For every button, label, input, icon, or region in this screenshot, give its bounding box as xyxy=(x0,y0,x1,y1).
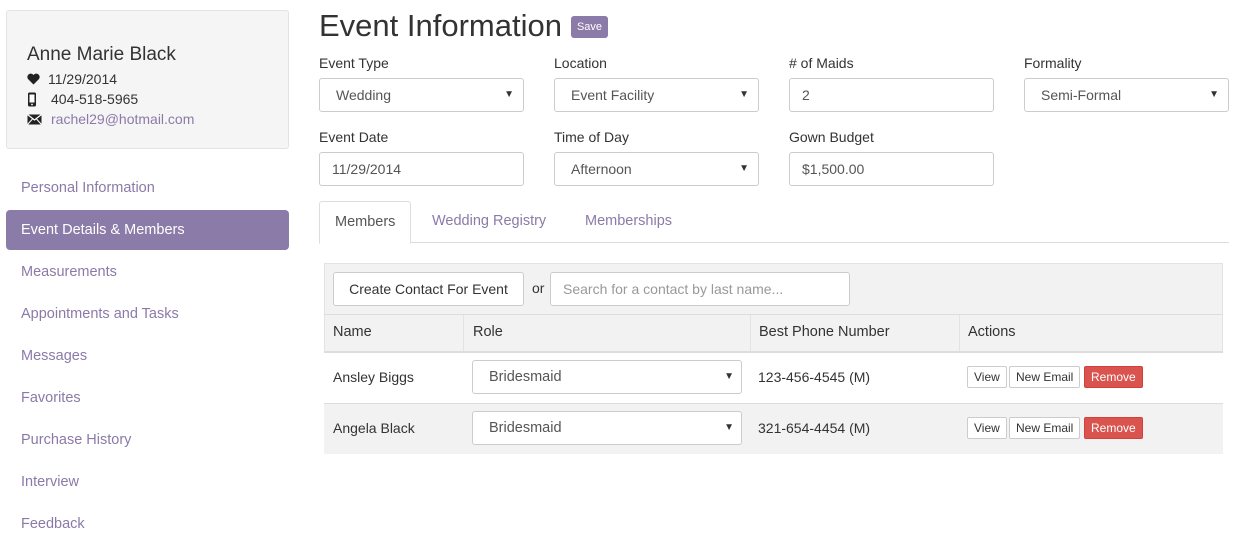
location-value: Event Facility xyxy=(571,87,655,103)
caret-down-icon: ▼ xyxy=(724,371,734,382)
contact-name: Anne Marie Black xyxy=(27,44,176,65)
member-role-value: Bridesmaid xyxy=(489,420,562,436)
sidebar-item-measurements[interactable]: Measurements xyxy=(6,252,289,292)
member-role-select[interactable]: Bridesmaid ▼ xyxy=(472,411,742,445)
mobile-phone-icon xyxy=(27,92,44,107)
column-header-role: Role xyxy=(473,324,503,340)
gown-budget-label: Gown Budget xyxy=(789,129,874,145)
create-contact-button[interactable]: Create Contact For Event xyxy=(333,272,524,306)
contact-email-link[interactable]: rachel29@hotmail.com xyxy=(51,111,194,127)
formality-select[interactable]: Semi-Formal ▼ xyxy=(1024,78,1229,112)
event-type-value: Wedding xyxy=(336,87,392,103)
maids-label: # of Maids xyxy=(789,55,854,71)
member-name: Angela Black xyxy=(333,420,415,436)
caret-down-icon: ▼ xyxy=(1209,89,1219,100)
caret-down-icon: ▼ xyxy=(739,89,749,100)
contact-search-input[interactable]: Search for a contact by last name... xyxy=(550,272,850,306)
event-type-label: Event Type xyxy=(319,55,389,71)
gown-budget-value: $1,500.00 xyxy=(802,161,865,177)
view-button[interactable]: View xyxy=(967,417,1007,439)
contact-phone: 404-518-5965 xyxy=(51,91,139,107)
save-button[interactable]: Save xyxy=(570,16,609,38)
column-divider xyxy=(750,315,751,351)
location-label: Location xyxy=(554,55,607,71)
remove-button[interactable]: Remove xyxy=(1084,417,1143,439)
member-role-value: Bridesmaid xyxy=(489,369,562,385)
sidebar-item-personal-information[interactable]: Personal Information xyxy=(6,168,289,208)
maids-value: 2 xyxy=(802,87,810,103)
caret-down-icon: ▼ xyxy=(739,163,749,174)
contact-email-line: rachel29@hotmail.com xyxy=(27,111,194,127)
remove-button[interactable]: Remove xyxy=(1084,366,1143,388)
tab-memberships[interactable]: Memberships xyxy=(570,201,687,243)
column-header-actions: Actions xyxy=(968,324,1016,340)
caret-down-icon: ▼ xyxy=(724,422,734,433)
sidebar-item-favorites[interactable]: Favorites xyxy=(6,378,289,418)
heart-icon xyxy=(27,73,44,85)
tab-members[interactable]: Members xyxy=(319,201,412,244)
gown-budget-input[interactable]: $1,500.00 xyxy=(789,152,994,186)
sidebar-item-appointments-tasks[interactable]: Appointments and Tasks xyxy=(6,294,289,334)
event-type-select[interactable]: Wedding ▼ xyxy=(319,78,524,112)
contact-event-date-line: 11/29/2014 xyxy=(27,71,117,87)
sidebar-item-feedback[interactable]: Feedback xyxy=(6,504,289,544)
new-email-button[interactable]: New Email xyxy=(1009,366,1081,388)
new-email-button[interactable]: New Email xyxy=(1009,417,1081,439)
tabs-bar: Members Wedding Registry Memberships xyxy=(319,201,1229,244)
column-header-phone: Best Phone Number xyxy=(759,324,890,340)
time-of-day-select[interactable]: Afternoon ▼ xyxy=(554,152,759,186)
event-date-label: Event Date xyxy=(319,129,389,145)
event-date-value: 11/29/2014 xyxy=(332,161,402,177)
contact-search-placeholder: Search for a contact by last name... xyxy=(563,281,784,297)
event-date-input[interactable]: 11/29/2014 xyxy=(319,152,524,186)
caret-down-icon: ▼ xyxy=(504,89,514,100)
sidebar-item-interview[interactable]: Interview xyxy=(6,462,289,502)
member-phone: 321-654-4454 (M) xyxy=(758,420,871,436)
column-divider xyxy=(463,315,464,351)
member-role-select[interactable]: Bridesmaid ▼ xyxy=(472,360,742,394)
sidebar-item-purchase-history[interactable]: Purchase History xyxy=(6,420,289,460)
contact-card: Anne Marie Black 11/29/2014 404-518-5965… xyxy=(6,10,289,149)
time-of-day-value: Afternoon xyxy=(571,161,632,177)
maids-input[interactable]: 2 xyxy=(789,78,994,112)
member-name: Ansley Biggs xyxy=(333,369,414,385)
envelope-icon xyxy=(27,113,44,125)
contact-event-date: 11/29/2014 xyxy=(48,71,118,87)
view-button[interactable]: View xyxy=(967,366,1007,388)
page-header: Event Information Save xyxy=(319,8,609,44)
location-select[interactable]: Event Facility ▼ xyxy=(554,78,759,112)
sidebar-nav: Personal Information Event Details & Mem… xyxy=(6,168,289,546)
formality-value: Semi-Formal xyxy=(1041,87,1122,103)
page-title: Event Information xyxy=(319,8,562,43)
or-label: or xyxy=(532,280,545,296)
table-header-top-border xyxy=(324,314,1223,315)
member-phone: 123-456-4545 (M) xyxy=(758,369,871,385)
time-of-day-label: Time of Day xyxy=(554,129,629,145)
contact-phone-line: 404-518-5965 xyxy=(27,91,138,107)
tab-wedding-registry[interactable]: Wedding Registry xyxy=(417,201,561,243)
sidebar-item-event-details-members[interactable]: Event Details & Members xyxy=(6,210,289,250)
formality-label: Formality xyxy=(1024,55,1082,71)
sidebar-item-messages[interactable]: Messages xyxy=(6,336,289,376)
column-divider xyxy=(959,315,960,351)
column-header-name: Name xyxy=(333,324,372,340)
